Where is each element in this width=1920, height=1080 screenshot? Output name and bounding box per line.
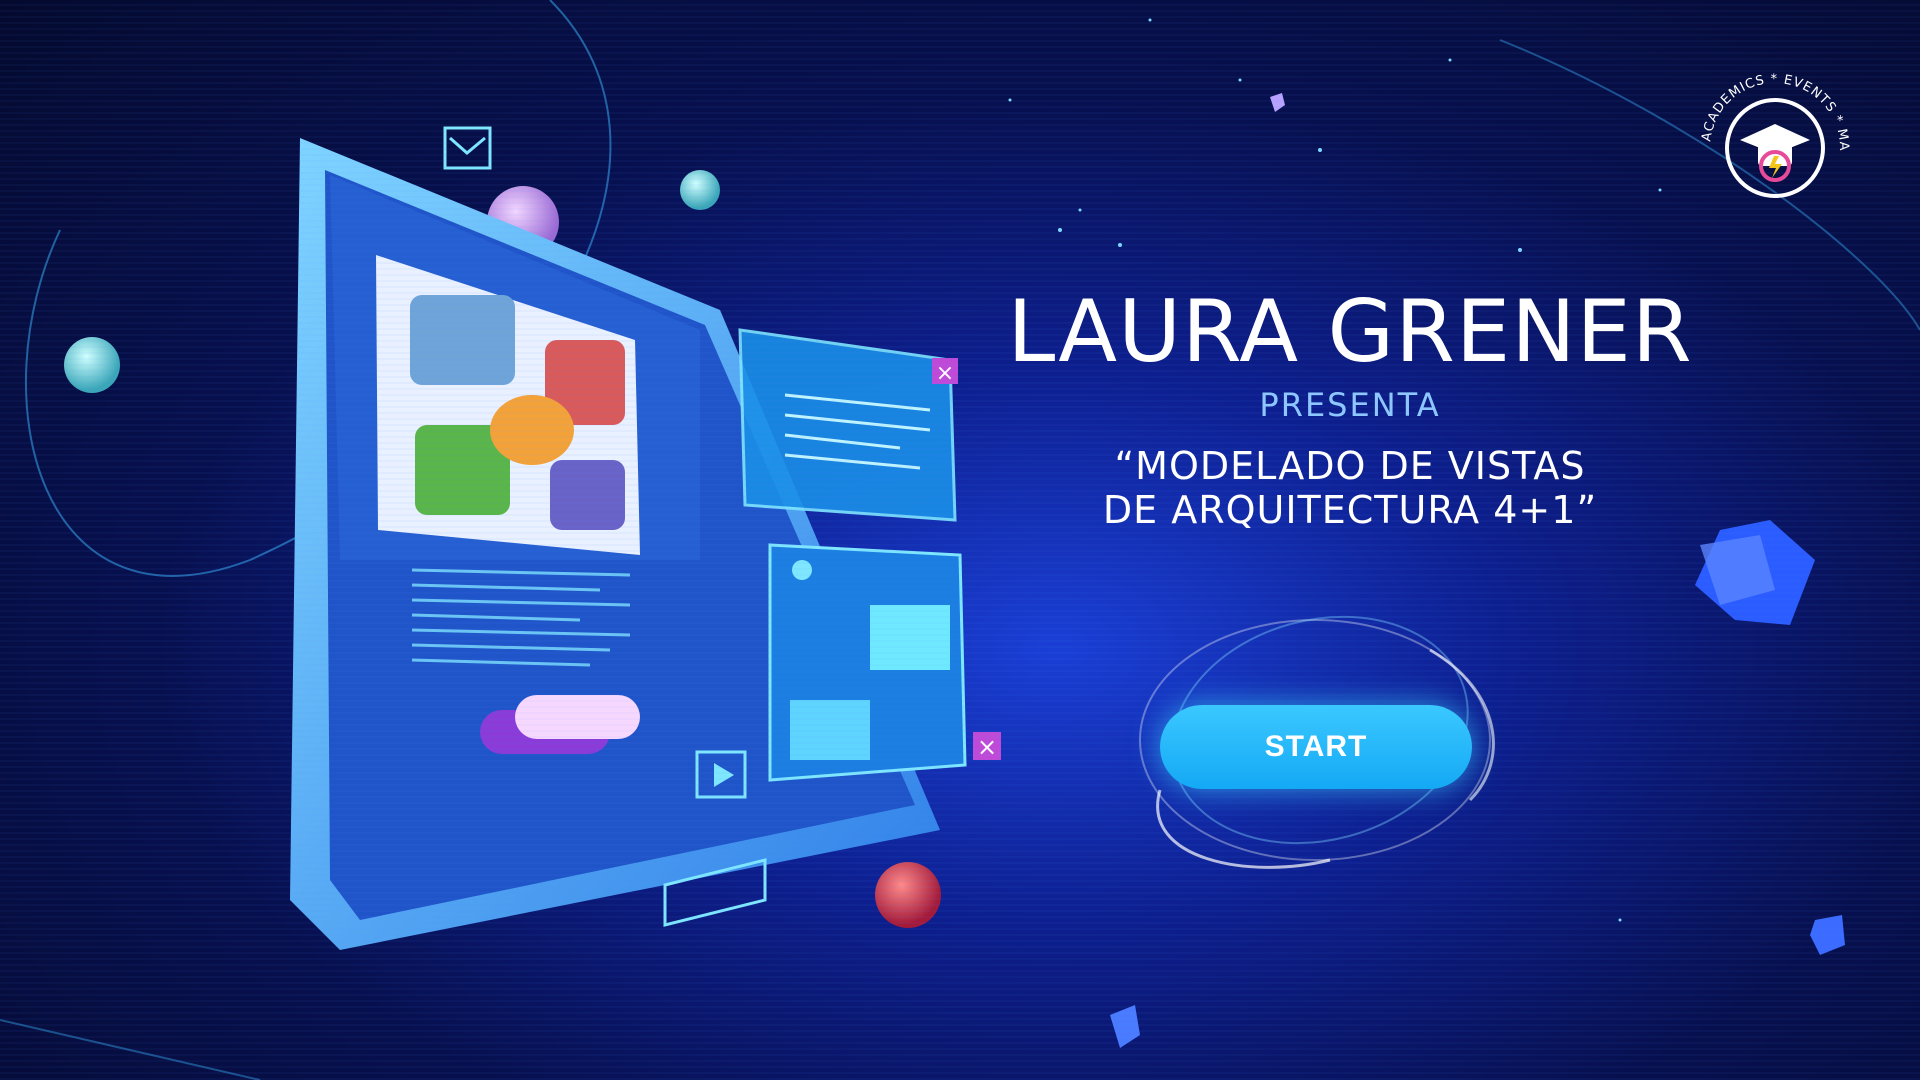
presenta-label: PRESENTA [1259, 386, 1441, 424]
start-button[interactable]: START [1160, 705, 1472, 789]
slide-stage: × × ACADEMICS * EVENTS * MANAGER LAUR [0, 0, 1920, 1080]
academics-events-manager-logo: ACADEMICS * EVENTS * MANAGER [1690, 48, 1850, 198]
presenter-name: LAURA GRENER [1007, 282, 1693, 382]
talk-title-line-2: DE ARQUITECTURA 4+1” [1102, 488, 1598, 532]
talk-title-line-1: “MODELADO DE VISTAS [1114, 444, 1586, 488]
graduation-cap-icon [1740, 124, 1810, 182]
talk-title: “MODELADO DE VISTAS DE ARQUITECTURA 4+1” [1010, 444, 1690, 532]
scanline-overlay [0, 0, 1920, 1080]
